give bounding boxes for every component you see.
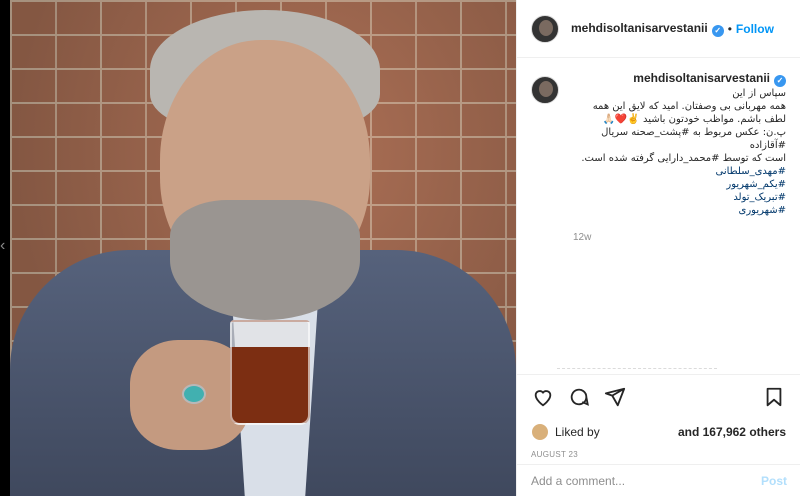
turquoise-ring [182, 384, 206, 404]
bookmark-icon[interactable] [762, 385, 786, 409]
header-username-text[interactable]: mehdisoltanisarvestanii [571, 21, 708, 35]
comment-icon[interactable] [567, 385, 591, 409]
hashtag-link[interactable]: #مهدی_سلطانی [573, 165, 786, 178]
caption-avatar[interactable] [531, 76, 559, 104]
hashtag-link[interactable]: #شهریوری [573, 204, 787, 217]
caption-line: همه مهربانی بی وصفتان. امید که لایق این … [592, 101, 786, 112]
caption-username[interactable]: mehdisoltanisarvestanii ✓ [633, 71, 786, 87]
post-side-panel: mehdisoltanisarvestanii ✓ • Follow mehdis… [516, 0, 800, 496]
post-photo[interactable] [10, 0, 516, 496]
hashtag-link[interactable]: #یکم_شهریور [573, 178, 786, 191]
verified-badge-icon: ✓ [774, 75, 786, 87]
post-date[interactable]: AUGUST 23 [517, 446, 800, 464]
tea-glass [230, 320, 310, 425]
share-icon[interactable] [603, 385, 627, 409]
caption-username-text[interactable]: mehdisoltanisarvestanii [633, 71, 770, 85]
comment-input[interactable]: Add a comment... [531, 474, 761, 488]
header-username[interactable]: mehdisoltanisarvestanii ✓ [571, 21, 724, 37]
caption-line: پ.ن: عکس مربوط به #پشت_صحنه سریال #آقازا… [601, 127, 786, 151]
heart-icon[interactable] [531, 385, 555, 409]
liker-avatar[interactable] [531, 423, 549, 441]
caption-line: لطف باشم. مواظب خودتون باشید ✌️❤️🙏🏻 [602, 114, 786, 125]
comment-composer: Add a comment... Post [517, 464, 800, 496]
comments-scroll-hint [557, 368, 717, 370]
post-header: mehdisoltanisarvestanii ✓ • Follow [517, 0, 800, 58]
likes-count-link[interactable]: and 167,962 others [678, 425, 786, 439]
caption: mehdisoltanisarvestanii ✓ سپاس از این همه… [531, 72, 786, 244]
caption-body: mehdisoltanisarvestanii ✓ سپاس از این همه… [573, 72, 786, 244]
caption-text: سپاس از این همه مهربانی بی وصفتان. امید … [573, 87, 786, 217]
avatar[interactable] [531, 14, 559, 43]
post-age[interactable]: 12w [573, 231, 786, 244]
caption-line: است که توسط #محمد_دارایی گرفته شده است. [581, 153, 786, 164]
caption-line: سپاس از این [732, 88, 786, 99]
beard [170, 200, 360, 320]
separator-dot: • [727, 21, 732, 36]
chevron-left-icon[interactable]: ‹ [0, 236, 10, 256]
likes-row: Liked by and 167,962 others [517, 418, 800, 446]
hashtag-link[interactable]: #تبریک_تولد [573, 191, 786, 204]
verified-badge-icon: ✓ [711, 24, 724, 37]
action-bar [517, 374, 800, 418]
post-comment-button[interactable]: Post [761, 474, 787, 488]
liked-by-label: Liked by [555, 425, 600, 439]
follow-button[interactable]: Follow [736, 22, 774, 36]
comments-area[interactable]: mehdisoltanisarvestanii ✓ سپاس از این همه… [517, 58, 800, 374]
